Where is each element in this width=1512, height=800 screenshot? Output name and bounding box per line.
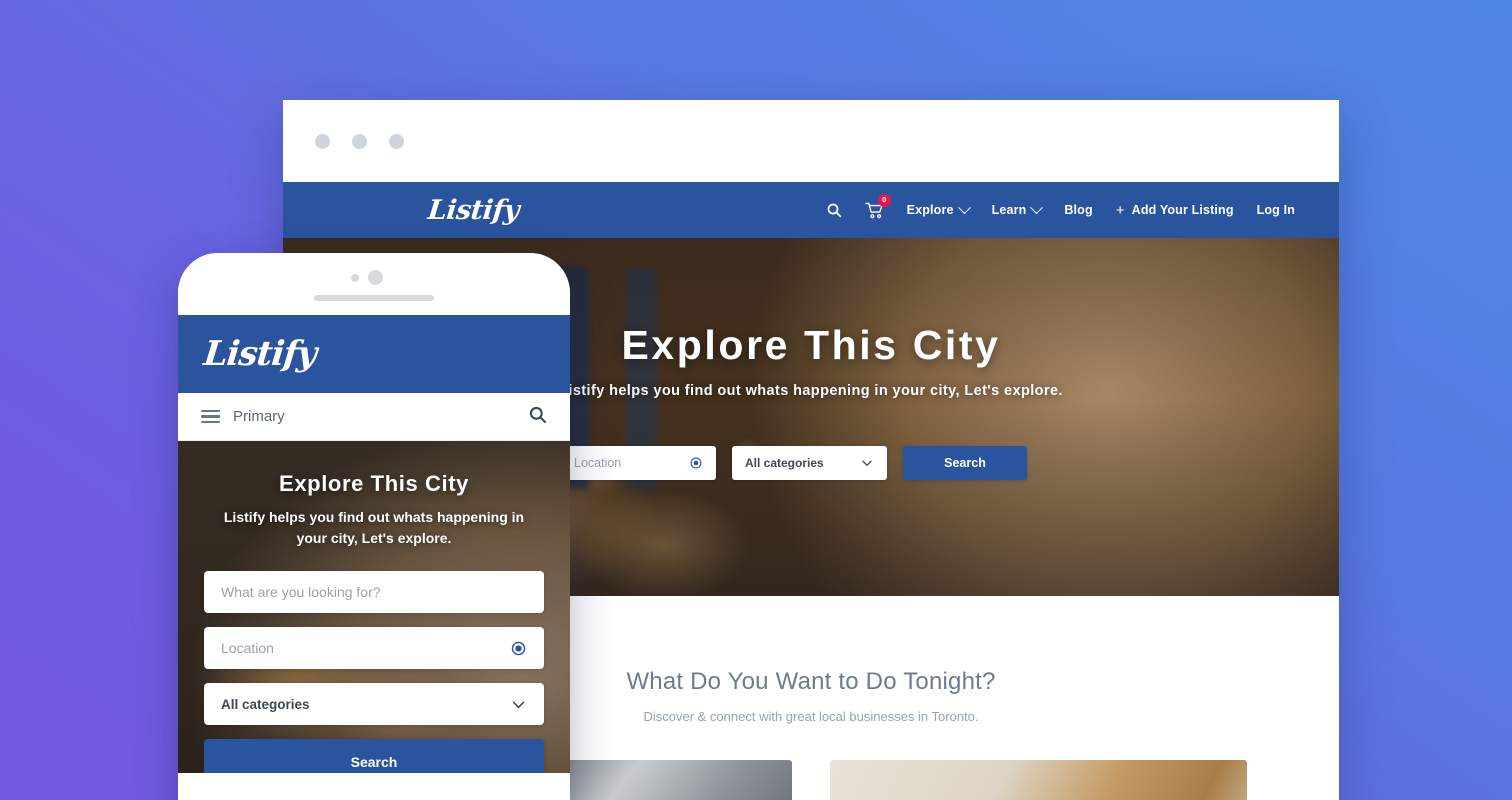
nav-item-learn-label: Learn xyxy=(991,203,1027,217)
chevron-down-icon xyxy=(510,696,527,713)
search-icon[interactable] xyxy=(826,202,842,218)
phone-menu-label[interactable]: Primary xyxy=(233,408,285,425)
category-select[interactable]: All categories xyxy=(732,446,887,480)
nav-item-add-listing-label: Add Your Listing xyxy=(1131,203,1234,217)
phone-hero-subtitle: Listify helps you find out whats happeni… xyxy=(223,509,525,546)
nav-item-blog[interactable]: Blog xyxy=(1064,203,1092,217)
phone-speaker-grille xyxy=(314,295,434,301)
phone-category-select[interactable]: All categories xyxy=(204,683,544,725)
window-dot-3[interactable] xyxy=(389,133,404,149)
phone-camera-icon xyxy=(368,270,383,285)
nav-item-log-in[interactable]: Log In xyxy=(1257,203,1295,217)
phone-search-form: What are you looking for? Location All c… xyxy=(178,549,570,773)
search-button[interactable]: Search xyxy=(903,446,1027,480)
category-select-value: All categories xyxy=(745,456,824,470)
window-dot-1[interactable] xyxy=(315,133,330,149)
listing-card-image-2[interactable] xyxy=(830,760,1247,800)
nav-item-explore[interactable]: Explore xyxy=(906,200,971,217)
cart-icon[interactable]: 0 xyxy=(864,193,891,219)
site-logo[interactable]: Listify xyxy=(426,195,520,226)
cart-count-badge: 0 xyxy=(877,193,891,207)
phone-location-input[interactable]: Location xyxy=(204,627,544,669)
plus-icon: + xyxy=(1115,201,1125,219)
phone-navbar: Listify xyxy=(178,315,570,393)
nav-item-add-your-listing[interactable]: + Add Your Listing xyxy=(1116,203,1234,218)
phone-menu-bar: Primary xyxy=(178,393,570,441)
phone-category-select-value: All categories xyxy=(221,696,310,712)
nav-item-explore-label: Explore xyxy=(906,203,954,217)
crosshair-icon[interactable] xyxy=(510,640,527,657)
phone-hero-section: Explore This City Listify helps you find… xyxy=(178,441,570,773)
phone-site-logo[interactable]: Listify xyxy=(202,334,318,374)
desktop-nav-links: 0 Explore Learn Blog + Add Your Listing … xyxy=(826,193,1295,219)
window-dot-2[interactable] xyxy=(352,133,367,149)
phone-mockup: Listify Primary Explore This City Listif… xyxy=(178,253,570,800)
browser-chrome-bar xyxy=(283,100,1339,182)
chevron-down-icon xyxy=(957,200,971,214)
desktop-navbar: Listify 0 Explore Learn Blog + Add Your … xyxy=(283,182,1339,238)
phone-search-input-placeholder: What are you looking for? xyxy=(221,584,381,600)
chevron-down-icon xyxy=(1030,200,1044,214)
phone-hero-title: Explore This City xyxy=(279,471,469,496)
phone-search-button[interactable]: Search xyxy=(204,739,544,773)
search-icon[interactable] xyxy=(528,405,547,429)
crosshair-icon[interactable] xyxy=(689,456,703,470)
phone-hero-content: Explore This City Listify helps you find… xyxy=(178,441,570,549)
location-input[interactable]: Location xyxy=(561,446,716,480)
phone-top-bezel xyxy=(178,253,570,315)
hamburger-menu-icon[interactable] xyxy=(201,409,220,424)
phone-sensor-icon xyxy=(351,274,359,282)
location-input-placeholder: Location xyxy=(574,456,622,470)
phone-location-input-placeholder: Location xyxy=(221,640,274,656)
phone-search-input[interactable]: What are you looking for? xyxy=(204,571,544,613)
chevron-down-icon xyxy=(860,456,874,470)
nav-item-learn[interactable]: Learn xyxy=(991,200,1044,217)
